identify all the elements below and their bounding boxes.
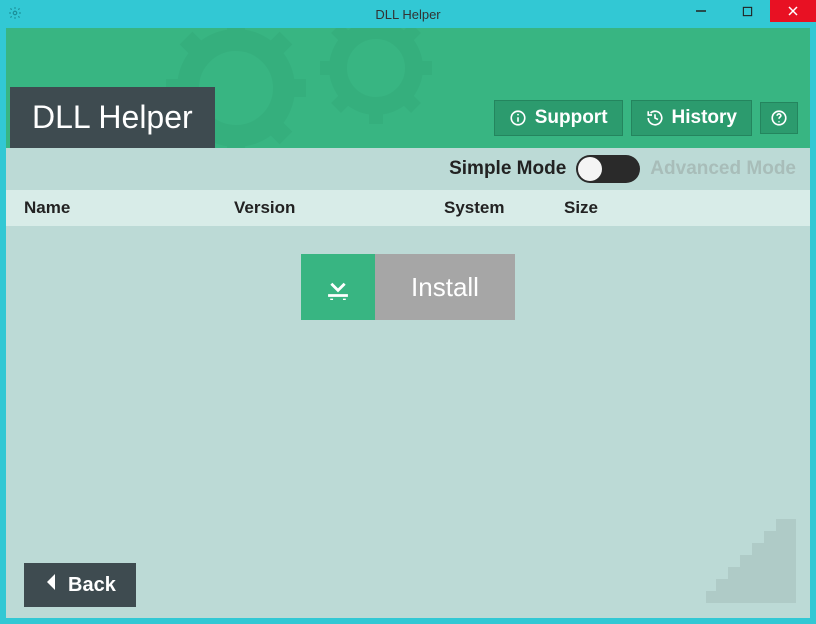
titlebar: DLL Helper: [0, 0, 816, 28]
table-header: Name Version System Size: [6, 190, 810, 226]
back-label: Back: [68, 574, 116, 597]
content-area: Install: [6, 226, 810, 552]
col-name: Name: [24, 198, 234, 218]
app-header: DLL Helper Support History: [6, 28, 810, 148]
toggle-knob: [578, 157, 602, 181]
close-button[interactable]: [770, 0, 816, 22]
mode-toggle[interactable]: [576, 155, 640, 183]
history-label: History: [672, 107, 737, 129]
col-size: Size: [564, 198, 792, 218]
support-label: Support: [535, 107, 608, 129]
help-button[interactable]: [760, 102, 798, 134]
advanced-mode-label: Advanced Mode: [650, 158, 796, 180]
back-button[interactable]: Back: [24, 563, 136, 607]
app-title: DLL Helper: [10, 87, 215, 148]
minimize-button[interactable]: [678, 0, 724, 22]
history-button[interactable]: History: [631, 100, 752, 136]
download-icon: [301, 254, 375, 320]
install-label: Install: [375, 254, 515, 320]
simple-mode-label: Simple Mode: [449, 158, 566, 180]
info-icon: [509, 109, 527, 127]
mode-bar: Simple Mode Advanced Mode: [6, 148, 810, 190]
col-system: System: [444, 198, 564, 218]
footer: Back: [6, 552, 810, 618]
help-icon: [770, 109, 788, 127]
install-button[interactable]: Install: [301, 254, 515, 320]
app-icon: [8, 6, 24, 22]
chevron-left-icon: [44, 573, 58, 597]
history-icon: [646, 109, 664, 127]
col-version: Version: [234, 198, 444, 218]
maximize-button[interactable]: [724, 0, 770, 22]
support-button[interactable]: Support: [494, 100, 623, 136]
